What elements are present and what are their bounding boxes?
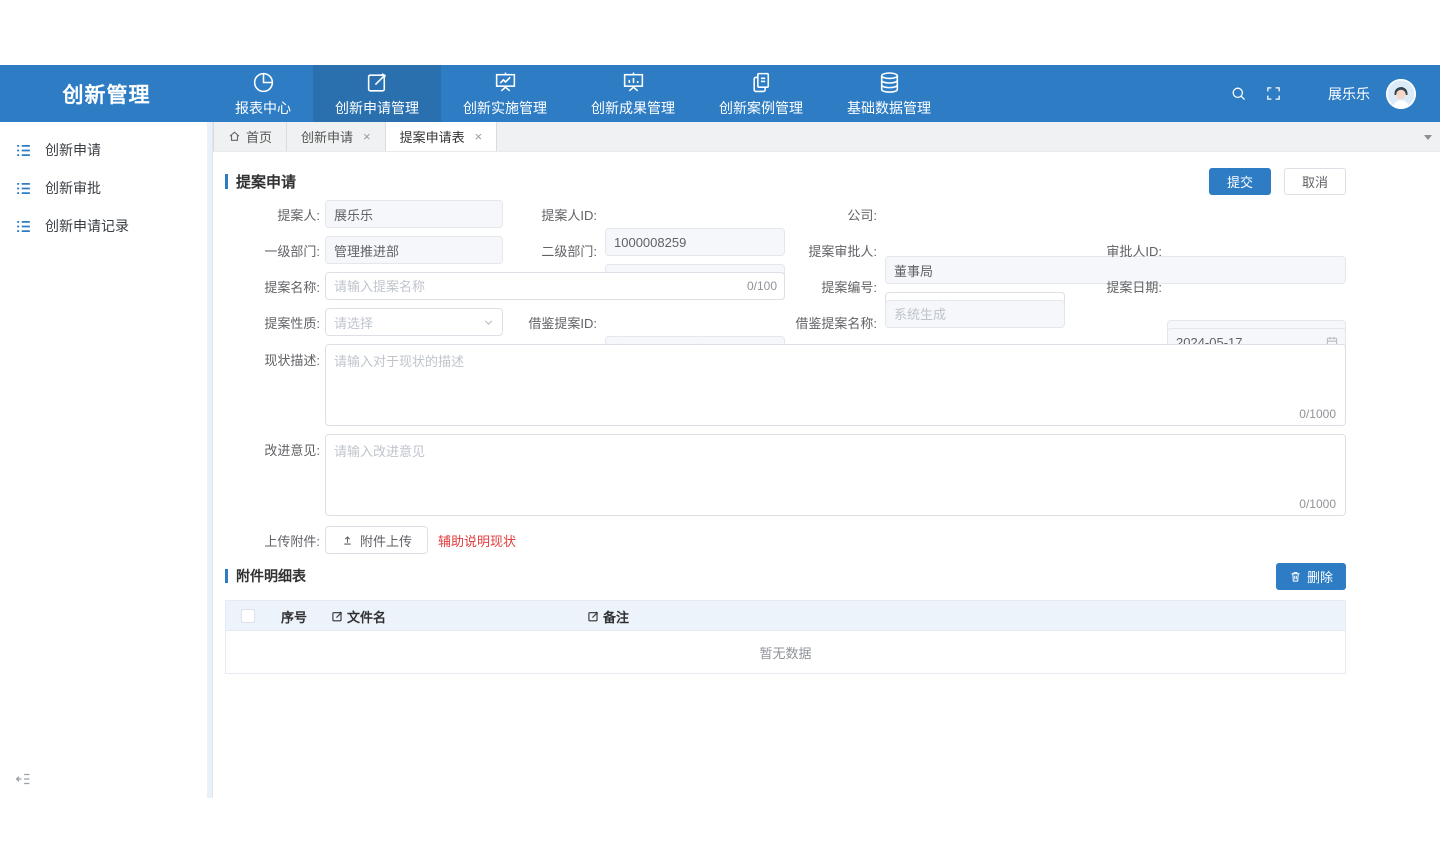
documents-icon <box>749 70 774 95</box>
upload-attachment-button[interactable]: 附件上传 <box>325 526 428 554</box>
ref-proposal-id-label: 借鉴提案ID: <box>437 308 597 336</box>
upload-hint-text: 辅助说明现状 <box>438 531 516 550</box>
tab-list-chevron-icon[interactable] <box>1424 135 1432 140</box>
tab-home[interactable]: 首页 <box>213 122 287 151</box>
tab-bar: 首页 创新申请 × 提案申请表 × <box>213 122 1440 152</box>
proposal-nature-label: 提案性质: <box>225 308 320 336</box>
select-all-checkbox[interactable] <box>241 609 255 623</box>
fullscreen-icon[interactable] <box>1265 85 1282 102</box>
upload-label: 上传附件: <box>225 526 320 554</box>
nav-item-label: 创新成果管理 <box>591 98 675 118</box>
nav-item-innovation-implementation-mgmt[interactable]: 创新实施管理 <box>441 65 569 122</box>
sidebar-item-innovation-application[interactable]: 创新申请 <box>0 131 212 169</box>
nav-item-label: 创新申请管理 <box>335 98 419 118</box>
column-header-seq: 序号 <box>281 601 307 631</box>
app-title: 创新管理 <box>0 65 213 122</box>
status-desc-textarea[interactable] <box>325 344 1346 426</box>
nav-item-label: 基础数据管理 <box>847 98 931 118</box>
sidebar-item-innovation-application-records[interactable]: 创新申请记录 <box>0 207 212 245</box>
submit-button[interactable]: 提交 <box>1209 168 1271 195</box>
column-header-filename: 文件名 <box>331 601 386 631</box>
status-desc-label: 现状描述: <box>225 344 320 369</box>
approver-id-label: 审批人ID: <box>1015 236 1162 264</box>
section-title-bar <box>225 174 228 189</box>
home-icon <box>228 130 241 143</box>
improvement-counter: 0/1000 <box>1299 497 1336 511</box>
sidebar-collapse-icon[interactable] <box>14 770 32 788</box>
trash-icon <box>1289 570 1302 583</box>
top-header: 创新管理 报表中心 创新申请管理 创新实施管理 <box>0 65 1440 122</box>
chart-bar-board-icon <box>621 70 646 95</box>
nav-item-base-data-mgmt[interactable]: 基础数据管理 <box>825 65 953 122</box>
nav-item-report-center[interactable]: 报表中心 <box>213 65 313 122</box>
sidebar: 创新申请 创新审批 创新申请记录 <box>0 122 213 798</box>
close-icon[interactable]: × <box>475 130 483 143</box>
nav-item-innovation-achievement-mgmt[interactable]: 创新成果管理 <box>569 65 697 122</box>
section-title-attachments: 附件明细表 <box>225 566 306 586</box>
delete-button[interactable]: 删除 <box>1276 563 1346 590</box>
dept2-label: 二级部门: <box>437 236 597 264</box>
edit-icon <box>365 70 390 95</box>
edit-icon <box>331 610 344 623</box>
approver-label: 提案审批人: <box>725 236 877 264</box>
tab-proposal-form[interactable]: 提案申请表 × <box>386 122 498 151</box>
proposal-name-field[interactable] <box>325 272 785 300</box>
sidebar-item-label: 创新申请记录 <box>45 216 129 236</box>
proposer-label: 提案人: <box>225 200 320 228</box>
improvement-textarea[interactable] <box>325 434 1346 516</box>
nav-item-innovation-case-mgmt[interactable]: 创新案例管理 <box>697 65 825 122</box>
list-icon <box>15 180 32 197</box>
proposal-form: 提案人: 提案人ID: 公司: 一级部门: <box>225 200 1346 554</box>
pie-chart-icon <box>251 70 276 95</box>
section-title-bar <box>225 569 228 583</box>
list-icon <box>15 218 32 235</box>
nav-item-innovation-application-mgmt[interactable]: 创新申请管理 <box>313 65 441 122</box>
chart-line-board-icon <box>493 70 518 95</box>
sidebar-item-innovation-approval[interactable]: 创新审批 <box>0 169 212 207</box>
status-desc-counter: 0/1000 <box>1299 407 1336 421</box>
nav-item-label: 创新案例管理 <box>719 98 803 118</box>
list-icon <box>15 142 32 159</box>
nav-item-label: 创新实施管理 <box>463 98 547 118</box>
attachments-table-header: 序号 文件名 备注 <box>226 601 1345 631</box>
edit-icon <box>587 610 600 623</box>
nav-item-label: 报表中心 <box>235 98 291 118</box>
tab-label: 创新申请 <box>301 127 353 146</box>
top-nav: 报表中心 创新申请管理 创新实施管理 创新成果管理 <box>213 65 953 122</box>
column-header-remark: 备注 <box>587 601 629 631</box>
proposal-no-label: 提案编号: <box>725 272 877 300</box>
table-empty-text: 暂无数据 <box>226 631 1345 674</box>
attachments-table: 序号 文件名 备注 暂无数据 <box>225 600 1346 674</box>
cancel-button[interactable]: 取消 <box>1284 168 1346 195</box>
header-right: 展乐乐 <box>1212 65 1440 122</box>
search-icon[interactable] <box>1230 85 1247 102</box>
app-window: 创新管理 报表中心 创新申请管理 创新实施管理 <box>0 65 1440 798</box>
user-name[interactable]: 展乐乐 <box>1328 84 1370 104</box>
tab-label: 提案申请表 <box>400 127 465 146</box>
close-icon[interactable]: × <box>363 130 371 143</box>
user-avatar[interactable] <box>1386 79 1416 109</box>
dept1-label: 一级部门: <box>225 236 320 264</box>
proposal-date-label: 提案日期: <box>1015 272 1162 300</box>
database-icon <box>877 70 902 95</box>
improvement-label: 改进意见: <box>225 434 320 459</box>
tab-label: 首页 <box>246 127 272 146</box>
tab-innovation-application[interactable]: 创新申请 × <box>287 122 386 151</box>
sidebar-item-label: 创新审批 <box>45 178 101 198</box>
proposal-name-label: 提案名称: <box>225 272 320 300</box>
sidebar-item-label: 创新申请 <box>45 140 101 160</box>
form-toolbar: 提案申请 提交 取消 <box>225 167 1346 195</box>
section-title-proposal: 提案申请 <box>225 171 296 192</box>
upload-icon <box>341 534 354 547</box>
main-content: 提案申请 提交 取消 提案人: 提案人ID: <box>213 153 1440 798</box>
attachments-toolbar: 附件明细表 删除 <box>225 562 1346 590</box>
company-label: 公司: <box>725 200 877 228</box>
ref-proposal-name-label: 借鉴提案名称: <box>725 308 877 336</box>
proposer-id-label: 提案人ID: <box>437 200 597 228</box>
